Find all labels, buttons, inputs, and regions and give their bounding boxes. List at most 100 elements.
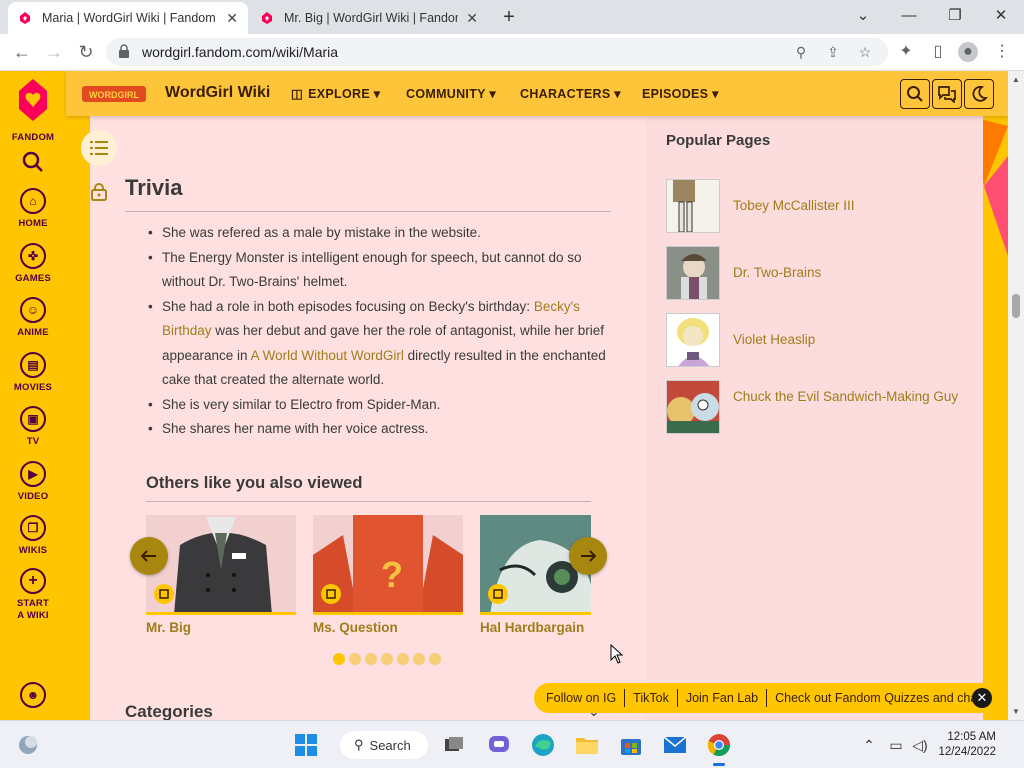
- fandom-favicon-icon: [262, 12, 272, 24]
- scroll-down-icon[interactable]: ▼: [1012, 707, 1020, 716]
- card-label[interactable]: Ms. Question: [313, 620, 398, 635]
- carousel-dot[interactable]: [429, 653, 441, 665]
- dr-two-brains-thumbnail: [667, 247, 719, 299]
- chrome-icon[interactable]: [705, 731, 733, 766]
- rail-item-movies[interactable]: ▤ MOVIES: [0, 352, 66, 393]
- task-view-icon[interactable]: [440, 731, 468, 759]
- wordgirl-logo[interactable]: WORDGIRL: [82, 83, 146, 105]
- taskbar-search[interactable]: ⚲ Search: [340, 731, 428, 759]
- scroll-thumb[interactable]: [1012, 294, 1020, 318]
- promo-link[interactable]: Follow on IG: [538, 689, 626, 707]
- zoom-search-icon[interactable]: ⚲: [792, 43, 810, 61]
- taskbar-clock[interactable]: 12:05 AM 12/24/2022: [936, 730, 996, 760]
- popular-link[interactable]: Dr. Two-Brains: [733, 262, 963, 283]
- nav-community[interactable]: COMMUNITY ▾: [406, 86, 496, 101]
- teams-chat-icon[interactable]: [485, 731, 513, 759]
- article-link[interactable]: A World Without WordGirl: [251, 348, 404, 363]
- scroll-up-icon[interactable]: ▲: [1012, 75, 1020, 84]
- carousel-dot[interactable]: [397, 653, 409, 665]
- nav-label: EPISODES: [642, 87, 709, 101]
- address-bar[interactable]: wordgirl.fandom.com/wiki/Maria ⚲ ⇪ ☆: [106, 38, 888, 66]
- carousel-next-button[interactable]: [569, 537, 607, 575]
- rail-search[interactable]: [0, 151, 66, 178]
- carousel-prev-button[interactable]: [130, 537, 168, 575]
- bookmark-star-icon[interactable]: ☆: [856, 43, 874, 61]
- rail-item-start-wiki[interactable]: + START A WIKI: [0, 568, 66, 622]
- rail-account[interactable]: ☻: [0, 682, 66, 708]
- wiki-name[interactable]: WordGirl Wiki: [165, 84, 270, 102]
- page-scrollbar[interactable]: ▲ ▼: [1008, 71, 1024, 720]
- menu-kebab-icon[interactable]: ⋮: [992, 42, 1012, 62]
- popular-link[interactable]: Tobey McCallister III: [733, 195, 963, 216]
- arrow-right-icon: [581, 550, 596, 562]
- promo-link[interactable]: TikTok: [625, 689, 678, 707]
- wiki-search-button[interactable]: [900, 79, 930, 109]
- recommendation-card-mr-big[interactable]: [146, 515, 296, 615]
- toc-button[interactable]: [81, 130, 117, 166]
- carousel-dot[interactable]: [365, 653, 377, 665]
- forward-icon[interactable]: →: [42, 40, 66, 64]
- rail-item-video[interactable]: ▶ VIDEO: [0, 461, 66, 502]
- volume-icon[interactable]: ◁): [911, 736, 929, 754]
- nav-characters[interactable]: CHARACTERS ▾: [520, 86, 621, 101]
- start-button[interactable]: [292, 731, 320, 759]
- browser-tab-active[interactable]: Maria | WordGirl Wiki | Fandom ✕: [8, 2, 248, 34]
- carousel-dot[interactable]: [413, 653, 425, 665]
- rail-item-anime[interactable]: ☺ ANIME: [0, 297, 66, 338]
- edge-icon[interactable]: [529, 731, 557, 759]
- promo-link[interactable]: Join Fan Lab: [678, 689, 768, 707]
- close-window-icon[interactable]: ✕: [981, 4, 1021, 28]
- back-icon[interactable]: ←: [10, 40, 34, 64]
- popular-thumb-dr-two-brains[interactable]: [666, 246, 720, 300]
- close-icon[interactable]: ✕: [972, 688, 992, 708]
- popular-thumb-chuck[interactable]: [666, 380, 720, 434]
- carousel-dot[interactable]: [381, 653, 393, 665]
- discussions-button[interactable]: [932, 79, 962, 109]
- file-explorer-icon[interactable]: [573, 731, 601, 759]
- promo-link[interactable]: Check out Fandom Quizzes and cha: [767, 689, 985, 707]
- rail-item-wikis[interactable]: ❐ WIKIS: [0, 515, 66, 556]
- restore-icon[interactable]: ❐: [935, 4, 975, 28]
- trivia-item: She was refered as a male by mistake in …: [148, 221, 612, 246]
- popular-thumb-violet[interactable]: [666, 313, 720, 367]
- extensions-icon[interactable]: ✦: [896, 42, 916, 62]
- side-panel-icon[interactable]: ▯: [928, 42, 948, 62]
- minimize-icon[interactable]: —: [889, 4, 929, 28]
- widgets-icon[interactable]: [14, 731, 42, 759]
- card-label[interactable]: Hal Hardbargain: [480, 620, 584, 635]
- tab-close-icon[interactable]: ✕: [226, 10, 238, 27]
- rail-item-tv[interactable]: ▣ TV: [0, 406, 66, 447]
- tab-close-icon[interactable]: ✕: [466, 10, 478, 27]
- search-icon: [22, 151, 43, 172]
- card-label[interactable]: Mr. Big: [146, 620, 191, 635]
- nav-episodes[interactable]: EPISODES ▾: [642, 86, 719, 101]
- network-icon[interactable]: ▭: [887, 736, 905, 754]
- reload-icon[interactable]: ↻: [74, 40, 98, 64]
- profile-avatar-icon[interactable]: ●: [958, 42, 978, 62]
- tab-search-chevron-icon[interactable]: ⌄: [843, 4, 883, 28]
- share-icon[interactable]: ⇪: [824, 43, 842, 61]
- recommendation-card-ms-question[interactable]: ?: [313, 515, 463, 615]
- violet-thumbnail: [667, 314, 719, 366]
- new-tab-button[interactable]: +: [498, 6, 520, 29]
- theme-toggle-button[interactable]: [964, 79, 994, 109]
- rail-item-games[interactable]: ✜ GAMES: [0, 243, 66, 284]
- rail-item-home[interactable]: ⌂ HOME: [0, 188, 66, 229]
- popular-link[interactable]: Violet Heaslip: [733, 329, 963, 350]
- microsoft-store-icon[interactable]: [617, 731, 645, 759]
- tray-chevron-icon[interactable]: ⌃: [860, 736, 878, 754]
- carousel-dot[interactable]: [349, 653, 361, 665]
- browser-tab[interactable]: Mr. Big | WordGirl Wiki | Fandom ✕: [250, 2, 488, 34]
- carousel-dot[interactable]: [333, 653, 345, 665]
- fandom-logo[interactable]: FANDOM: [0, 77, 66, 143]
- tab-title: Mr. Big | WordGirl Wiki | Fandom: [284, 11, 459, 25]
- mail-icon[interactable]: [661, 731, 689, 759]
- mouse-cursor-icon: [610, 644, 624, 664]
- rail-label: MOVIES: [13, 382, 53, 393]
- games-icon: ✜: [20, 243, 46, 269]
- nav-explore[interactable]: ◫ EXPLORE ▾: [291, 86, 380, 101]
- popular-link[interactable]: Chuck the Evil Sandwich-Making Guy: [733, 386, 963, 407]
- protection-lock[interactable]: [81, 174, 117, 210]
- plus-icon: +: [20, 568, 46, 594]
- popular-thumb-tobey[interactable]: [666, 179, 720, 233]
